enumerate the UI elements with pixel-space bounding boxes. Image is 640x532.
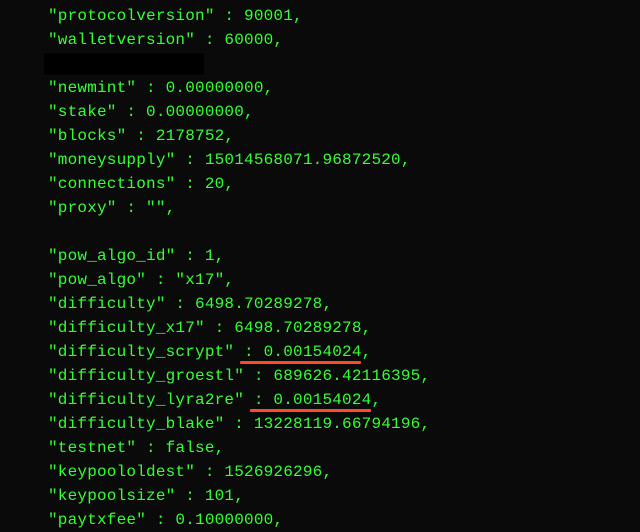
json-line: "keypoolsize" : 101, <box>0 484 640 508</box>
json-line: "connections" : 20, <box>0 172 640 196</box>
json-line: "protocolversion" : 90001, <box>0 4 640 28</box>
json-line: "pow_algo_id" : 1, <box>0 244 640 268</box>
json-line: "newmint" : 0.00000000, <box>0 76 640 100</box>
terminal-output: "protocolversion" : 90001,"walletversion… <box>0 4 640 532</box>
json-line: "proxy" : "", <box>0 196 640 220</box>
json-line: "difficulty_blake" : 13228119.66794196, <box>0 412 640 436</box>
json-line: "paytxfee" : 0.10000000, <box>0 508 640 532</box>
json-line: "walletversion" : 60000, <box>0 28 640 52</box>
json-line: "difficulty_scrypt" : 0.00154024, <box>0 340 640 364</box>
json-line: "keypoololdest" : 1526926296, <box>0 460 640 484</box>
redaction-bar <box>44 53 204 75</box>
json-line: "pow_algo" : "x17", <box>0 268 640 292</box>
json-line <box>0 220 640 244</box>
json-line: "difficulty_groestl" : 689626.42116395, <box>0 364 640 388</box>
json-line: "moneysupply" : 15014568071.96872520, <box>0 148 640 172</box>
json-line <box>0 52 640 76</box>
json-line: "difficulty_x17" : 6498.70289278, <box>0 316 640 340</box>
json-line: "difficulty" : 6498.70289278, <box>0 292 640 316</box>
json-line: "difficulty_lyra2re" : 0.00154024, <box>0 388 640 412</box>
json-line: "testnet" : false, <box>0 436 640 460</box>
json-line: "stake" : 0.00000000, <box>0 100 640 124</box>
json-line: "blocks" : 2178752, <box>0 124 640 148</box>
